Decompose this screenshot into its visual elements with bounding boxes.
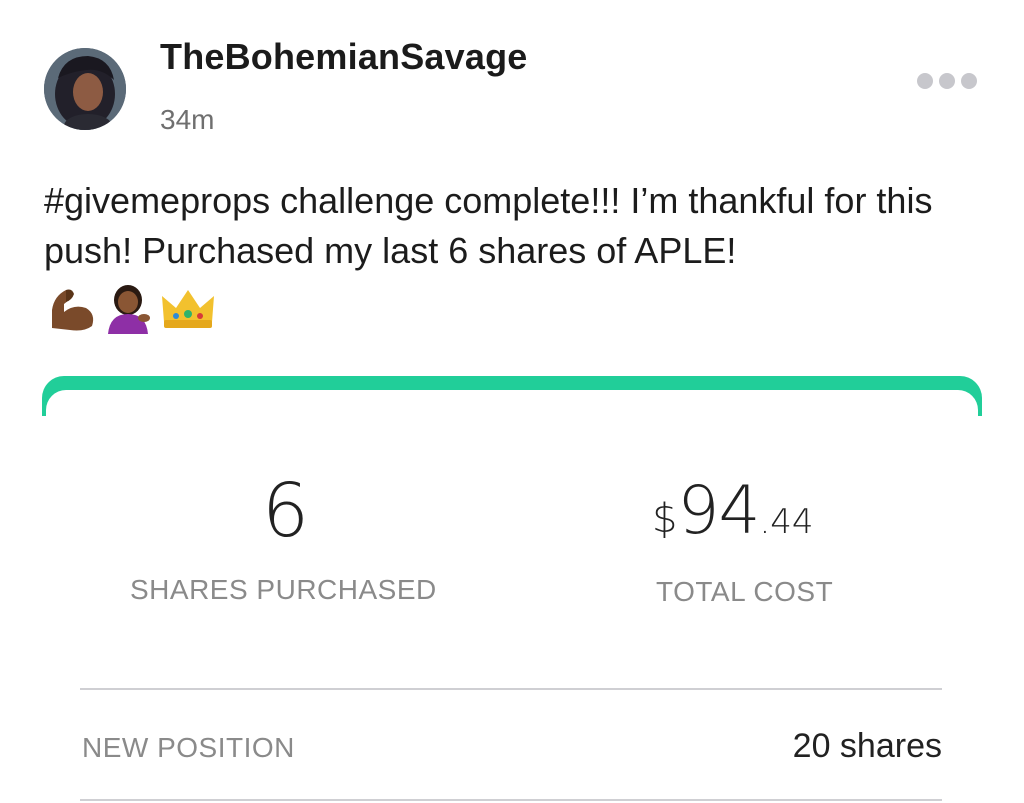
timestamp: 34m [160, 104, 215, 135]
more-dots-icon [939, 73, 955, 89]
post-text: #givemeprops challenge complete!!! I’m t… [44, 180, 933, 271]
cost-whole: 94 [677, 472, 760, 549]
emoji-row [46, 282, 218, 334]
divider [80, 688, 942, 690]
cost-cents: .44 [759, 502, 814, 542]
more-dots-icon [917, 73, 933, 89]
total-cost-label: TOTAL COST [656, 576, 834, 607]
crown-icon [162, 290, 214, 328]
shares-purchased-value: 6 [262, 468, 309, 554]
shares-purchased-label: SHARES PURCHASED [130, 574, 437, 605]
username[interactable]: TheBohemianSavage [160, 36, 528, 78]
person-tipping-hand-icon [108, 285, 150, 334]
new-position-label: NEW POSITION [82, 732, 295, 763]
avatar[interactable] [44, 48, 126, 130]
divider [80, 799, 942, 801]
total-cost-value: $ 94 .44 [652, 476, 814, 546]
more-dots-icon [961, 73, 977, 89]
new-position-value: 20 shares [792, 727, 942, 765]
avatar-image [44, 48, 126, 130]
currency-symbol: $ [652, 496, 678, 542]
flexed-biceps-icon [52, 289, 94, 331]
more-options-button[interactable] [912, 70, 982, 92]
post-container: TheBohemianSavage 34m #givemeprops chall… [0, 0, 1024, 803]
